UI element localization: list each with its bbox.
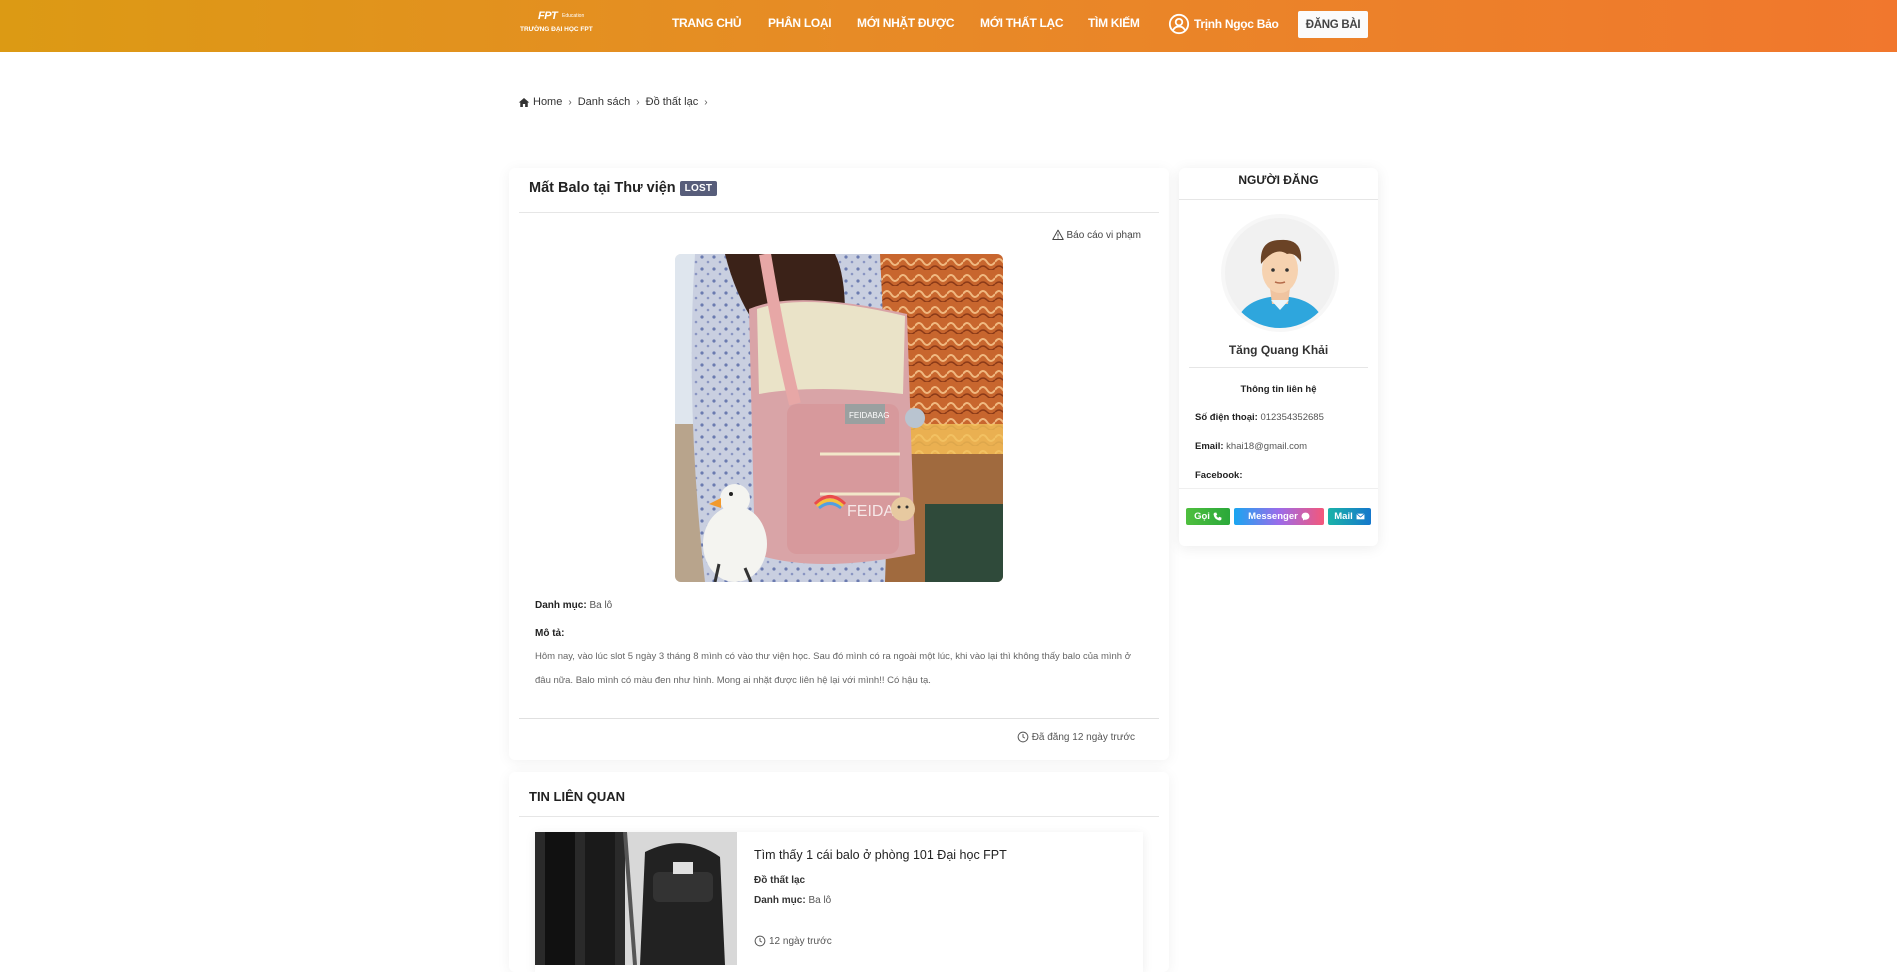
messenger-label: Messenger: [1248, 511, 1298, 522]
breadcrumb-home[interactable]: Home: [533, 96, 562, 108]
user-name: Trịnh Ngọc Bảo: [1194, 17, 1279, 31]
nav-categories[interactable]: PHÂN LOẠI: [768, 16, 832, 30]
report-link[interactable]: Báo cáo vi phạm: [1051, 229, 1142, 241]
user-circle-icon: [1168, 13, 1190, 35]
related-posts-card: TIN LIÊN QUAN Tìm thấy 1 cái balo ở phòn…: [509, 772, 1169, 972]
category-value: Ba lô: [589, 600, 613, 611]
divider: [519, 212, 1159, 213]
top-navbar: FPT Education TRƯỜNG ĐẠI HỌC FPT TRANG C…: [0, 0, 1897, 52]
post-image[interactable]: FEIDABAG FEIDA: [675, 254, 1003, 582]
status-badge: LOST: [679, 180, 718, 196]
post-detail-card: Mất Balo tại Thư viện LOST Báo cáo vi ph…: [509, 168, 1169, 760]
author-header: NGƯỜI ĐĂNG: [1238, 173, 1319, 187]
backpack-brand-text: FEIDA: [847, 503, 894, 520]
report-label: Báo cáo vi phạm: [1066, 229, 1142, 241]
call-label: Gọi: [1194, 511, 1210, 522]
envelope-icon: [1356, 513, 1365, 520]
breadcrumb-lost-items[interactable]: Đồ thất lạc: [646, 96, 699, 108]
contact-email: Email: khai18@gmail.com: [1195, 441, 1307, 452]
avatar-illustration: [1225, 218, 1335, 328]
mail-label: Mail: [1334, 511, 1353, 522]
black-backpack-photo: [535, 832, 737, 965]
post-description: Hôm nay, vào lúc slot 5 ngày 3 tháng 8 m…: [535, 651, 1131, 686]
email-label: Email:: [1195, 441, 1224, 452]
contact-title: Thông tin liên hệ: [1240, 384, 1317, 395]
posted-time: Đã đăng 12 ngày trước: [1017, 731, 1135, 743]
nav-search[interactable]: TÌM KIẾM: [1088, 16, 1140, 30]
fpt-logo[interactable]: FPT Education TRƯỜNG ĐẠI HỌC FPT: [520, 10, 600, 38]
email-value: khai18@gmail.com: [1226, 441, 1308, 452]
nav-new-lost[interactable]: MỚI THẤT LẠC: [980, 16, 1064, 30]
related-post-item[interactable]: Tìm thấy 1 cái balo ở phòng 101 Đại học …: [535, 832, 1143, 972]
related-post-time: 12 ngày trước: [754, 935, 832, 947]
user-menu[interactable]: Trịnh Ngọc Bảo: [1168, 13, 1279, 35]
avatar[interactable]: [1225, 218, 1335, 328]
related-post-title[interactable]: Tìm thấy 1 cái balo ở phòng 101 Đại học …: [754, 848, 1007, 862]
post-title: Mất Balo tại Thư viện: [529, 180, 676, 196]
logo-mark: FPT: [538, 10, 558, 22]
logo-sub: Education: [562, 13, 585, 19]
chevron-right-icon: ›: [568, 96, 572, 108]
phone-value: 012354352685: [1260, 412, 1324, 423]
description-label: Mô tả:: [535, 628, 565, 639]
logo-text: TRƯỜNG ĐẠI HỌC FPT: [520, 26, 593, 33]
post-button[interactable]: ĐĂNG BÀI: [1298, 11, 1368, 38]
related-post-category: Danh mục: Ba lô: [754, 895, 831, 906]
contact-facebook: Facebook:: [1195, 470, 1243, 481]
call-button[interactable]: Gọi: [1186, 508, 1230, 525]
divider: [1179, 199, 1378, 200]
posted-time-text: Đã đăng 12 ngày trước: [1031, 731, 1135, 743]
related-category-value: Ba lô: [808, 895, 832, 906]
nav-new-found[interactable]: MỚI NHẶT ĐƯỢC: [857, 16, 954, 30]
messenger-icon: [1301, 512, 1310, 521]
divider: [519, 718, 1159, 719]
home-icon: [518, 97, 530, 107]
divider: [519, 816, 1159, 817]
clock-icon: [754, 935, 766, 947]
related-post-type: Đồ thất lạc: [754, 875, 806, 886]
author-name: Tăng Quang Khải: [1228, 343, 1329, 357]
warning-icon: [1051, 229, 1064, 240]
breadcrumb: Home › Danh sách › Đồ thất lạc ›: [518, 96, 714, 108]
clock-icon: [1017, 731, 1029, 743]
description-label-line: Mô tả:: [535, 628, 564, 639]
contact-phone: Số điện thoại: 012354352685: [1195, 412, 1324, 423]
divider: [1189, 367, 1368, 368]
divider: [1179, 488, 1378, 489]
related-title: TIN LIÊN QUAN: [529, 789, 626, 804]
phone-label: Số điện thoại:: [1195, 412, 1258, 423]
category-line: Danh mục: Ba lô: [535, 600, 612, 611]
backpack-photo: FEIDABAG FEIDA: [675, 254, 1003, 582]
breadcrumb-list[interactable]: Danh sách: [578, 96, 631, 108]
related-post-thumbnail[interactable]: [535, 832, 737, 965]
facebook-label: Facebook:: [1195, 470, 1243, 481]
chevron-right-icon: ›: [704, 96, 708, 108]
related-category-label: Danh mục:: [754, 895, 806, 906]
related-post-time-text: 12 ngày trước: [769, 935, 832, 947]
author-card: NGƯỜI ĐĂNG Tăng Quang Khải Thông tin liê…: [1179, 168, 1378, 546]
phone-icon: [1213, 512, 1222, 521]
mail-button[interactable]: Mail: [1328, 508, 1371, 525]
chevron-right-icon: ›: [636, 96, 640, 108]
messenger-button[interactable]: Messenger: [1234, 508, 1324, 525]
backpack-patch-text: FEIDABAG: [849, 411, 889, 420]
category-label: Danh mục:: [535, 600, 587, 611]
post-title-row: Mất Balo tại Thư viện LOST: [529, 180, 718, 196]
nav-home[interactable]: TRANG CHỦ: [672, 16, 742, 30]
